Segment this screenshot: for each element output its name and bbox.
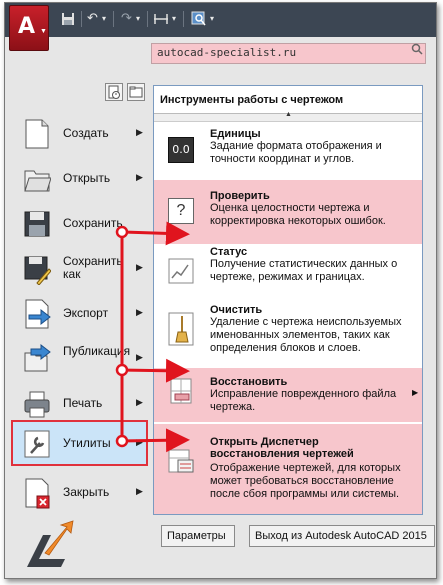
undo-dropdown-icon[interactable]: ▾ xyxy=(102,10,106,28)
dropdown-icon[interactable]: ▾ xyxy=(172,10,176,28)
menu-item-publish[interactable]: Публикация ▶ xyxy=(11,336,148,382)
menu-item-label: Печать xyxy=(63,396,103,410)
chevron-right-icon: ▶ xyxy=(136,172,143,182)
application-menu-list: Создать ▶ Открыть ▶ Сохранить Сохранить … xyxy=(5,111,151,531)
utility-description: Задание формата отображения и точности к… xyxy=(210,140,382,165)
site-logo-icon xyxy=(27,520,74,567)
wrench-icon xyxy=(24,430,50,458)
utility-description: Получение статистических данных о чертеж… xyxy=(210,258,398,283)
menu-item-export[interactable]: Экспорт ▶ xyxy=(11,291,148,337)
redo-dropdown-icon[interactable]: ▾ xyxy=(136,10,140,28)
title-bar: ↶ ▾ ↷ ▾ ▾ ▾ xyxy=(5,3,436,37)
units-icon: 0.0 xyxy=(168,137,194,163)
menu-item-label: Открыть xyxy=(63,171,111,185)
utility-title: Единицы xyxy=(210,128,261,140)
utility-title: Открыть Диспетчер восстановления чертеже… xyxy=(210,436,354,460)
utility-description: Удаление с чертежа неиспользуемых именов… xyxy=(210,316,402,354)
chevron-right-icon: ▶ xyxy=(412,388,419,397)
utility-title: Восстановить xyxy=(210,376,288,388)
menu-item-utilities[interactable]: Утилиты ▶ xyxy=(11,420,148,466)
open-folder-icon xyxy=(24,170,51,192)
utility-description: Отображение чертежей, для которых может … xyxy=(210,462,401,500)
dropdown-icon[interactable]: ▾ xyxy=(210,10,214,28)
utility-item-drawing-recovery-manager[interactable]: Открыть Диспетчер восстановления чертеже… xyxy=(154,424,422,514)
chevron-down-icon: ▼ xyxy=(40,28,47,35)
utility-item-recover[interactable]: Восстановить Исправление поврежденного ф… xyxy=(154,368,422,422)
plot-preview-icon[interactable] xyxy=(191,10,207,28)
save-quick-icon[interactable] xyxy=(61,10,75,28)
menu-item-save-as[interactable]: Сохранить как ▶ xyxy=(11,246,148,292)
printer-icon xyxy=(24,391,50,418)
chevron-right-icon: ▶ xyxy=(136,352,143,362)
separator xyxy=(113,11,114,27)
chevron-right-icon: ▶ xyxy=(136,397,143,407)
chevron-right-icon: ▶ xyxy=(136,262,143,272)
open-documents-icon[interactable] xyxy=(127,83,145,101)
save-disk-icon xyxy=(24,211,50,237)
close-document-icon xyxy=(25,478,50,509)
menu-item-label: Создать xyxy=(63,126,109,140)
undo-icon[interactable]: ↶ xyxy=(87,10,98,28)
menu-item-label: Экспорт xyxy=(63,306,109,320)
exit-autocad-button[interactable]: Выход из Autodesk AutoCAD 2015 xyxy=(249,525,435,547)
options-button[interactable]: Параметры xyxy=(161,525,235,547)
application-menu-window: ↶ ▾ ↷ ▾ ▾ ▾ A ▼ autocad-specialist.ru Со… xyxy=(4,2,437,579)
save-as-icon xyxy=(24,256,51,285)
chevron-right-icon: ▶ xyxy=(136,127,143,137)
utility-title: Статус xyxy=(210,246,248,258)
separator xyxy=(183,11,184,27)
application-menu-button[interactable]: A ▼ xyxy=(9,5,49,51)
utility-description: Исправление поврежденного файла чертежа. xyxy=(210,388,397,413)
separator xyxy=(147,11,148,27)
utility-description: Оценка целостности чертежа и корректиров… xyxy=(210,202,386,227)
menu-item-label: Сохранить xyxy=(63,216,123,230)
purge-broom-icon xyxy=(168,312,194,346)
separator xyxy=(81,11,82,27)
menu-item-label: Публикация xyxy=(63,344,131,358)
search-input[interactable]: autocad-specialist.ru xyxy=(151,43,426,64)
menu-item-label: Утилиты xyxy=(63,436,111,450)
drawing-recovery-icon xyxy=(168,449,194,473)
search-icon[interactable] xyxy=(411,43,423,55)
match-properties-icon[interactable] xyxy=(153,10,169,28)
menu-item-new[interactable]: Создать ▶ xyxy=(11,111,148,157)
menu-item-close[interactable]: Закрыть ▶ xyxy=(11,470,148,516)
recent-documents-icon[interactable] xyxy=(105,83,123,101)
chevron-right-icon: ▶ xyxy=(136,307,143,317)
drawing-utilities-panel: Инструменты работы с чертежом ▲ 0.0 Един… xyxy=(153,85,423,515)
publish-icon xyxy=(24,343,51,372)
utility-item-purge[interactable]: Очистить Удаление с чертежа неиспользуем… xyxy=(154,300,422,366)
recover-icon xyxy=(170,378,192,404)
chevron-right-icon: ▶ xyxy=(136,486,143,496)
export-icon xyxy=(25,299,51,329)
chevron-up-icon: ▲ xyxy=(285,111,292,118)
audit-icon: ? xyxy=(168,198,194,224)
redo-icon[interactable]: ↷ xyxy=(121,10,132,28)
status-icon xyxy=(168,258,194,284)
search-bar: autocad-specialist.ru xyxy=(5,37,436,71)
scroll-up-button[interactable]: ▲ xyxy=(154,111,422,122)
menu-item-save[interactable]: Сохранить xyxy=(11,201,148,247)
utility-title: Проверить xyxy=(210,190,270,202)
utility-item-status[interactable]: Статус Получение статистических данных о… xyxy=(154,244,422,300)
menu-item-open[interactable]: Открыть ▶ xyxy=(11,156,148,202)
utility-title: Очистить xyxy=(210,304,263,316)
autocad-logo-icon: A xyxy=(18,14,36,39)
panel-title: Инструменты работы с чертежом xyxy=(154,86,422,114)
menu-item-label: Сохранить как xyxy=(63,254,123,281)
utility-item-audit[interactable]: ? Проверить Оценка целостности чертежа и… xyxy=(154,180,422,244)
utility-item-units[interactable]: 0.0 Единицы Задание формата отображения … xyxy=(154,122,422,180)
chevron-right-icon: ▶ xyxy=(136,437,143,447)
menu-item-label: Закрыть xyxy=(63,485,110,499)
new-document-icon xyxy=(25,119,49,149)
